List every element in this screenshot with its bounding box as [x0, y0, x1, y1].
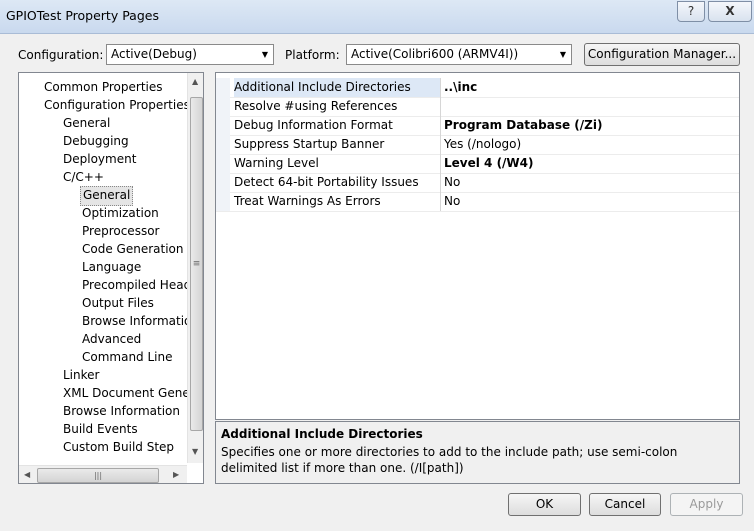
close-icon: X: [725, 4, 735, 18]
tree-item-browse-information[interactable]: Browse Information: [82, 312, 199, 330]
property-value[interactable]: ..\inc: [444, 78, 734, 97]
property-name: Resolve #using References: [234, 97, 441, 116]
help-icon: ?: [687, 4, 695, 18]
property-name: Detect 64-bit Portability Issues: [234, 173, 441, 192]
scroll-up-icon[interactable]: ▲: [192, 77, 198, 86]
tree-item-linker[interactable]: Linker: [63, 366, 99, 384]
property-value[interactable]: Program Database (/Zi): [444, 116, 734, 135]
close-button[interactable]: X: [708, 1, 752, 22]
tree-item-code-generation[interactable]: Code Generation: [82, 240, 183, 258]
property-row[interactable]: Detect 64-bit Portability Issues No: [216, 173, 739, 193]
tree-horizontal-scrollbar[interactable]: ◀ ||| ▶: [19, 465, 187, 483]
row-gutter: [216, 97, 230, 116]
configuration-manager-button[interactable]: Configuration Manager...: [584, 43, 740, 66]
property-name: Suppress Startup Banner: [234, 135, 441, 154]
tree-item-common-properties[interactable]: Common Properties: [44, 78, 163, 96]
property-row[interactable]: Warning Level Level 4 (/W4): [216, 154, 739, 174]
tree-item-xml-document-generator[interactable]: XML Document Genera: [63, 384, 202, 402]
tree-item-deployment[interactable]: Deployment: [63, 150, 136, 168]
tree-item-general[interactable]: General: [63, 114, 110, 132]
scroll-left-icon[interactable]: ◀: [24, 470, 30, 479]
cancel-button[interactable]: Cancel: [589, 493, 661, 516]
property-row[interactable]: Treat Warnings As Errors No: [216, 192, 739, 212]
row-gutter: [216, 192, 230, 211]
row-gutter: [216, 116, 230, 135]
description-title: Additional Include Directories: [221, 427, 423, 441]
property-value[interactable]: [444, 97, 734, 116]
tree-item-build-events[interactable]: Build Events: [63, 420, 138, 438]
title-bar: GPIOTest Property Pages ? X: [0, 0, 754, 34]
property-name: Debug Information Format: [234, 116, 441, 135]
scrollbar-thumb[interactable]: ≡: [190, 97, 203, 431]
configuration-label: Configuration:: [18, 48, 104, 62]
window-title: GPIOTest Property Pages: [6, 8, 159, 23]
tree-item-preprocessor[interactable]: Preprocessor: [82, 222, 159, 240]
property-value[interactable]: No: [444, 173, 734, 192]
property-grid[interactable]: Additional Include Directories ..\inc Re…: [215, 72, 740, 420]
row-gutter: [216, 173, 230, 192]
tree-item-browse-information-2[interactable]: Browse Information: [63, 402, 180, 420]
tree-item-c-cpp[interactable]: C/C++: [63, 168, 104, 186]
description-pane: Additional Include Directories Specifies…: [215, 421, 740, 484]
tree-item-precompiled-headers[interactable]: Precompiled Heade: [82, 276, 199, 294]
scrollbar-thumb[interactable]: |||: [37, 468, 159, 483]
tree-vertical-scrollbar[interactable]: ▲ ≡ ▼: [187, 73, 203, 463]
tree-item-language[interactable]: Language: [82, 258, 141, 276]
property-tree[interactable]: Common Properties Configuration Properti…: [18, 72, 204, 484]
ok-button[interactable]: OK: [508, 493, 581, 516]
platform-label: Platform:: [285, 48, 340, 62]
help-button[interactable]: ?: [677, 1, 705, 22]
tree-item-debugging[interactable]: Debugging: [63, 132, 129, 150]
description-text: Specifies one or more directories to add…: [221, 445, 678, 475]
scroll-down-icon[interactable]: ▼: [192, 447, 198, 456]
property-row[interactable]: Additional Include Directories ..\inc: [216, 78, 739, 98]
row-gutter: [216, 154, 230, 173]
row-gutter: [216, 78, 230, 97]
property-name: Additional Include Directories: [234, 78, 441, 97]
tree-item-advanced[interactable]: Advanced: [82, 330, 141, 348]
platform-dropdown[interactable]: Active(Colibri600 (ARMV4I)) ▼: [346, 44, 572, 65]
chevron-down-icon: ▼: [559, 50, 567, 59]
property-row[interactable]: Debug Information Format Program Databas…: [216, 116, 739, 136]
configuration-value: Active(Debug): [111, 47, 197, 61]
property-value[interactable]: No: [444, 192, 734, 211]
chevron-down-icon: ▼: [261, 50, 269, 59]
configuration-dropdown[interactable]: Active(Debug) ▼: [106, 44, 274, 65]
property-value[interactable]: Yes (/nologo): [444, 135, 734, 154]
scroll-right-icon[interactable]: ▶: [173, 470, 179, 479]
tree-item-output-files[interactable]: Output Files: [82, 294, 154, 312]
tree-item-optimization[interactable]: Optimization: [82, 204, 159, 222]
tree-item-command-line[interactable]: Command Line: [82, 348, 173, 366]
property-name: Warning Level: [234, 154, 441, 173]
property-row[interactable]: Suppress Startup Banner Yes (/nologo): [216, 135, 739, 155]
property-row[interactable]: Resolve #using References: [216, 97, 739, 117]
apply-button[interactable]: Apply: [670, 493, 743, 516]
row-gutter: [216, 135, 230, 154]
tree-item-custom-build-step[interactable]: Custom Build Step: [63, 438, 174, 456]
tree-item-cpp-general[interactable]: General: [80, 186, 134, 206]
tree-item-configuration-properties[interactable]: Configuration Properties: [44, 96, 190, 114]
property-value[interactable]: Level 4 (/W4): [444, 154, 734, 173]
property-name: Treat Warnings As Errors: [234, 192, 441, 211]
platform-value: Active(Colibri600 (ARMV4I)): [351, 47, 519, 61]
